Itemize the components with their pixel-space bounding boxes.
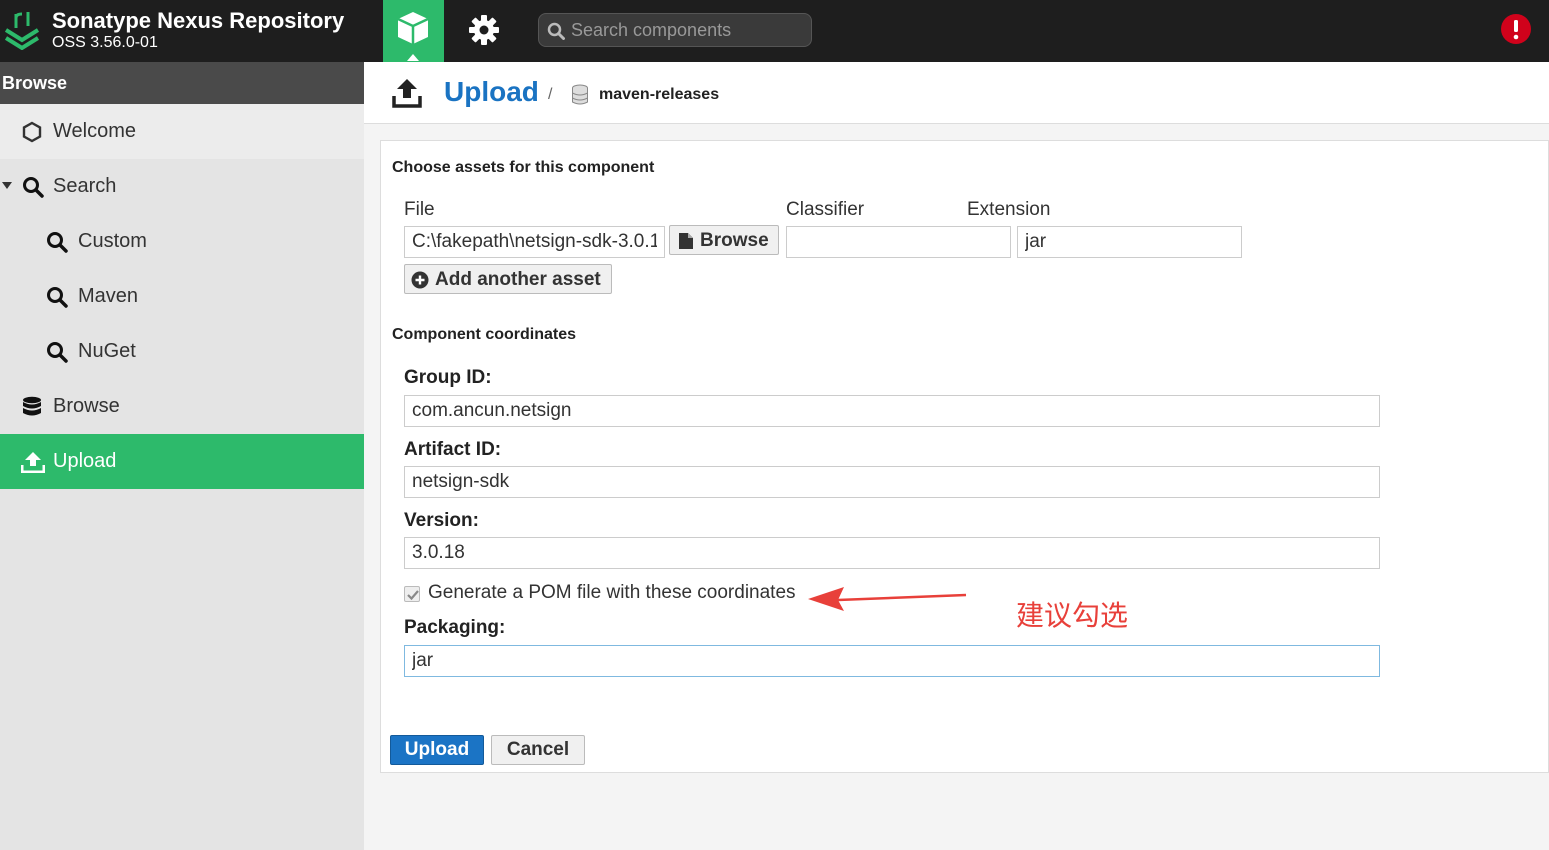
sidebar-item-search[interactable]: Search <box>0 159 364 214</box>
cancel-button[interactable]: Cancel <box>491 735 585 765</box>
brand[interactable]: Sonatype Nexus Repository OSS 3.56.0-01 <box>0 0 383 62</box>
checkbox-box[interactable] <box>404 586 420 602</box>
classifier-column-label: Classifier <box>786 199 865 220</box>
artifact-id-label: Artifact ID: <box>404 439 502 460</box>
plus-circle-icon <box>411 271 429 289</box>
sidebar-item-label: NuGet <box>78 340 136 362</box>
sidebar-item-welcome[interactable]: Welcome <box>0 104 364 159</box>
nexus-logo-icon <box>4 12 40 50</box>
sidebar-item-nuget[interactable]: NuGet <box>0 324 364 379</box>
group-id-label: Group ID: <box>404 367 492 388</box>
checkmark-icon <box>407 590 419 601</box>
sidebar-item-browse[interactable]: Browse <box>0 379 364 434</box>
component-search[interactable] <box>538 13 812 47</box>
add-another-asset-label: Add another asset <box>435 269 601 290</box>
sidebar-item-custom[interactable]: Custom <box>0 214 364 269</box>
cube-icon <box>397 12 429 44</box>
packaging-input[interactable] <box>404 645 1380 677</box>
sidebar-item-label: Maven <box>78 285 139 307</box>
top-header: Sonatype Nexus Repository OSS 3.56.0-01 <box>0 0 1549 62</box>
coordinates-section-title: Component coordinates <box>392 326 577 343</box>
database-icon <box>572 84 588 105</box>
sidebar-item-label: Upload <box>53 450 117 472</box>
file-path-input[interactable] <box>404 226 665 258</box>
add-another-asset-button[interactable]: Add another asset <box>404 264 612 294</box>
extension-input[interactable] <box>1017 226 1242 258</box>
packaging-label: Packaging: <box>404 617 506 638</box>
active-mode-caret <box>407 54 419 61</box>
upload-icon <box>392 79 422 108</box>
search-icon <box>47 342 68 363</box>
breadcrumb: Upload / maven-releases <box>364 62 1549 124</box>
sidebar-item-label: Browse <box>53 395 120 417</box>
assets-section-title: Choose assets for this component <box>392 159 655 176</box>
main-content: Upload / maven-releases Choose assets fo… <box>364 62 1549 850</box>
upload-button[interactable]: Upload <box>390 735 484 765</box>
annotation-arrow <box>808 587 967 611</box>
browse-file-label: Browse <box>700 230 769 251</box>
group-id-input[interactable] <box>404 395 1380 427</box>
admin-mode-button[interactable] <box>456 8 512 52</box>
exclamation-circle-icon[interactable] <box>1500 13 1532 45</box>
sidebar-item-label: Search <box>53 175 117 197</box>
sidebar-item-label: Welcome <box>53 120 136 142</box>
breadcrumb-repository: maven-releases <box>599 86 720 103</box>
artifact-id-input[interactable] <box>404 466 1380 498</box>
breadcrumb-separator: / <box>548 86 553 103</box>
browse-mode-button[interactable] <box>383 0 444 62</box>
search-icon <box>47 232 68 253</box>
sidebar: Browse Welcome Search Custom Maven NuGet… <box>0 62 364 850</box>
generate-pom-label: Generate a POM file with these coordinat… <box>428 582 796 603</box>
sidebar-item-label: Custom <box>78 230 147 252</box>
sidebar-item-upload[interactable]: Upload <box>0 434 364 489</box>
upload-form: Choose assets for this component File Cl… <box>380 140 1549 773</box>
app-version: OSS 3.56.0-01 <box>52 34 158 51</box>
expand-arrow-icon[interactable] <box>2 182 12 189</box>
search-icon <box>47 287 68 308</box>
sidebar-title: Browse <box>0 62 364 104</box>
app-title: Sonatype Nexus Repository <box>52 8 345 33</box>
search-icon <box>547 22 565 40</box>
database-icon <box>23 396 41 416</box>
classifier-input[interactable] <box>786 226 1011 258</box>
file-column-label: File <box>404 199 435 220</box>
annotation-text: 建议勾选 <box>1016 599 1129 632</box>
extension-column-label: Extension <box>967 199 1051 220</box>
upload-icon <box>21 452 45 473</box>
breadcrumb-upload-link[interactable]: Upload <box>444 76 539 108</box>
version-input[interactable] <box>404 537 1380 569</box>
file-icon <box>679 233 693 249</box>
gear-icon <box>469 15 499 45</box>
version-label: Version: <box>404 510 479 531</box>
sidebar-item-maven[interactable]: Maven <box>0 269 364 324</box>
hexagon-icon <box>22 121 42 143</box>
search-input[interactable] <box>571 18 801 42</box>
browse-file-button[interactable]: Browse <box>669 225 779 255</box>
search-icon <box>23 177 44 198</box>
generate-pom-checkbox[interactable]: Generate a POM file with these coordinat… <box>404 581 824 607</box>
